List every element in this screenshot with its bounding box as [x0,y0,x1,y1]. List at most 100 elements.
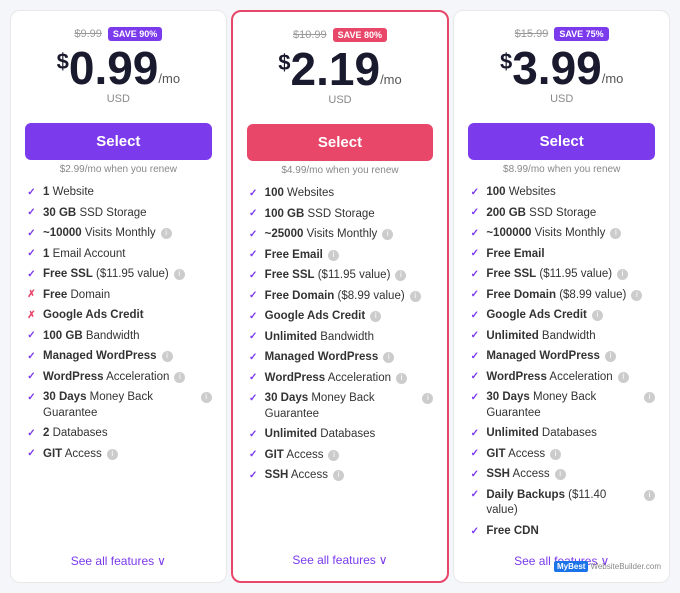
info-icon[interactable]: i [161,228,172,239]
check-icon: ✓ [247,428,260,441]
info-icon[interactable]: i [644,490,655,501]
check-icon: ✓ [247,249,260,262]
list-item: ✓ 100 GB SSD Storage [247,207,434,223]
info-icon[interactable]: i [410,291,421,302]
info-icon[interactable]: i [328,450,339,461]
plan-header-business: $15.99SAVE 75%$3.99/moUSD [468,27,655,113]
info-icon[interactable]: i [174,269,185,280]
cross-icon: ✗ [25,309,38,322]
feature-text: 30 GB SSD Storage [43,206,147,222]
check-icon: ✓ [468,309,481,322]
feature-text: Free Email [486,247,544,263]
feature-text: WordPress Acceleration [43,370,169,386]
select-button-basic[interactable]: Select [25,123,212,160]
info-icon[interactable]: i [631,290,642,301]
info-icon[interactable]: i [618,372,629,383]
original-price: $9.99 [74,28,102,40]
feature-text: 30 Days Money Back Guarantee [265,391,418,422]
check-icon: ✓ [25,268,38,281]
feature-text: 100 Websites [486,185,555,201]
chevron-down-icon: ∨ [157,554,166,568]
feature-text: Free Email [265,248,323,264]
feature-text: GIT Access [43,447,102,463]
select-button-premium[interactable]: Select [247,124,434,161]
list-item: ✓WordPress Accelerationi [247,371,434,387]
check-icon: ✓ [247,269,260,282]
info-icon[interactable]: i [383,352,394,363]
check-icon: ✓ [25,350,38,363]
info-icon[interactable]: i [396,373,407,384]
price-dollar-sign: $ [57,51,69,73]
info-icon[interactable]: i [328,250,339,261]
plan-card-business: $15.99SAVE 75%$3.99/moUSDSelect$8.99/mo … [453,10,670,583]
check-icon: ✓ [247,351,260,364]
check-icon: ✓ [468,268,481,281]
see-all-features-link[interactable]: See all features ∨ [25,554,212,568]
features-list: ✓100 Websites✓100 GB SSD Storage✓~25000 … [247,186,434,543]
list-item: ✓GIT Accessi [468,447,655,463]
info-icon[interactable]: i [617,269,628,280]
list-item: ✓Unlimited Databases [468,426,655,442]
check-icon: ✓ [468,248,481,261]
price-currency: USD [247,94,434,106]
info-icon[interactable]: i [644,392,655,403]
check-icon: ✓ [468,289,481,302]
info-icon[interactable]: i [370,311,381,322]
info-icon[interactable]: i [201,392,212,403]
select-button-business[interactable]: Select [468,123,655,160]
price-currency: USD [468,93,655,105]
feature-text: Managed WordPress [486,349,600,365]
feature-text: Google Ads Credit [265,309,366,325]
list-item: ✗Free Domain [25,288,212,304]
check-icon: ✓ [468,391,481,404]
feature-text: Free Domain ($8.99 value) [265,289,405,305]
list-item: ✓ Free SSL ($11.95 value) i [468,267,655,283]
feature-text: Free SSL ($11.95 value) [486,267,612,283]
feature-text: 2 Databases [43,426,108,442]
see-all-label: See all features [292,553,375,567]
check-icon: ✓ [468,227,481,240]
price-currency: USD [25,93,212,105]
feature-text: Free Domain ($8.99 value) [486,288,626,304]
check-icon: ✓ [468,525,481,538]
info-icon[interactable]: i [333,470,344,481]
info-icon[interactable]: i [174,372,185,383]
renew-text: $4.99/mo when you renew [247,165,434,176]
info-icon[interactable]: i [610,228,621,239]
list-item: ✓100 GB Bandwidth [25,329,212,345]
list-item: ✓30 GB SSD Storage [25,206,212,222]
watermark-text: WebsiteBuilder.com [590,562,661,571]
feature-text: Unlimited Bandwidth [486,329,595,345]
info-icon[interactable]: i [395,270,406,281]
pricing-container: $9.99SAVE 90%$0.99/moUSDSelect$2.99/mo w… [10,10,670,583]
feature-text: ~25000 Visits Monthly [265,227,378,243]
info-icon[interactable]: i [422,393,433,404]
check-icon: ✓ [468,468,481,481]
info-icon[interactable]: i [382,229,393,240]
info-icon[interactable]: i [550,449,561,460]
save-badge: SAVE 80% [333,28,387,42]
list-item: ✓WordPress Accelerationi [468,370,655,386]
info-icon[interactable]: i [605,351,616,362]
feature-text: 100 GB SSD Storage [265,207,375,223]
features-list: ✓1 Website✓30 GB SSD Storage✓~10000 Visi… [25,185,212,544]
feature-text: 1 Website [43,185,94,201]
save-badge: SAVE 90% [108,27,162,41]
original-price: $10.99 [293,29,327,41]
list-item: ✓200 GB SSD Storage [468,206,655,222]
feature-text: SSH Access [265,468,328,484]
info-icon[interactable]: i [555,469,566,480]
feature-text: 100 GB Bandwidth [43,329,140,345]
see-all-features-link[interactable]: See all features ∨ [247,553,434,567]
feature-text: Managed WordPress [265,350,379,366]
check-icon: ✓ [247,208,260,221]
price-dollar-sign: $ [278,52,290,74]
feature-text: Free SSL ($11.95 value) [43,267,169,283]
list-item: ✓Managed WordPressi [25,349,212,365]
info-icon[interactable]: i [592,310,603,321]
check-icon: ✓ [468,448,481,461]
list-item: ✓GIT Accessi [25,447,212,463]
info-icon[interactable]: i [162,351,173,362]
info-icon[interactable]: i [107,449,118,460]
list-item: ✓1 Website [25,185,212,201]
